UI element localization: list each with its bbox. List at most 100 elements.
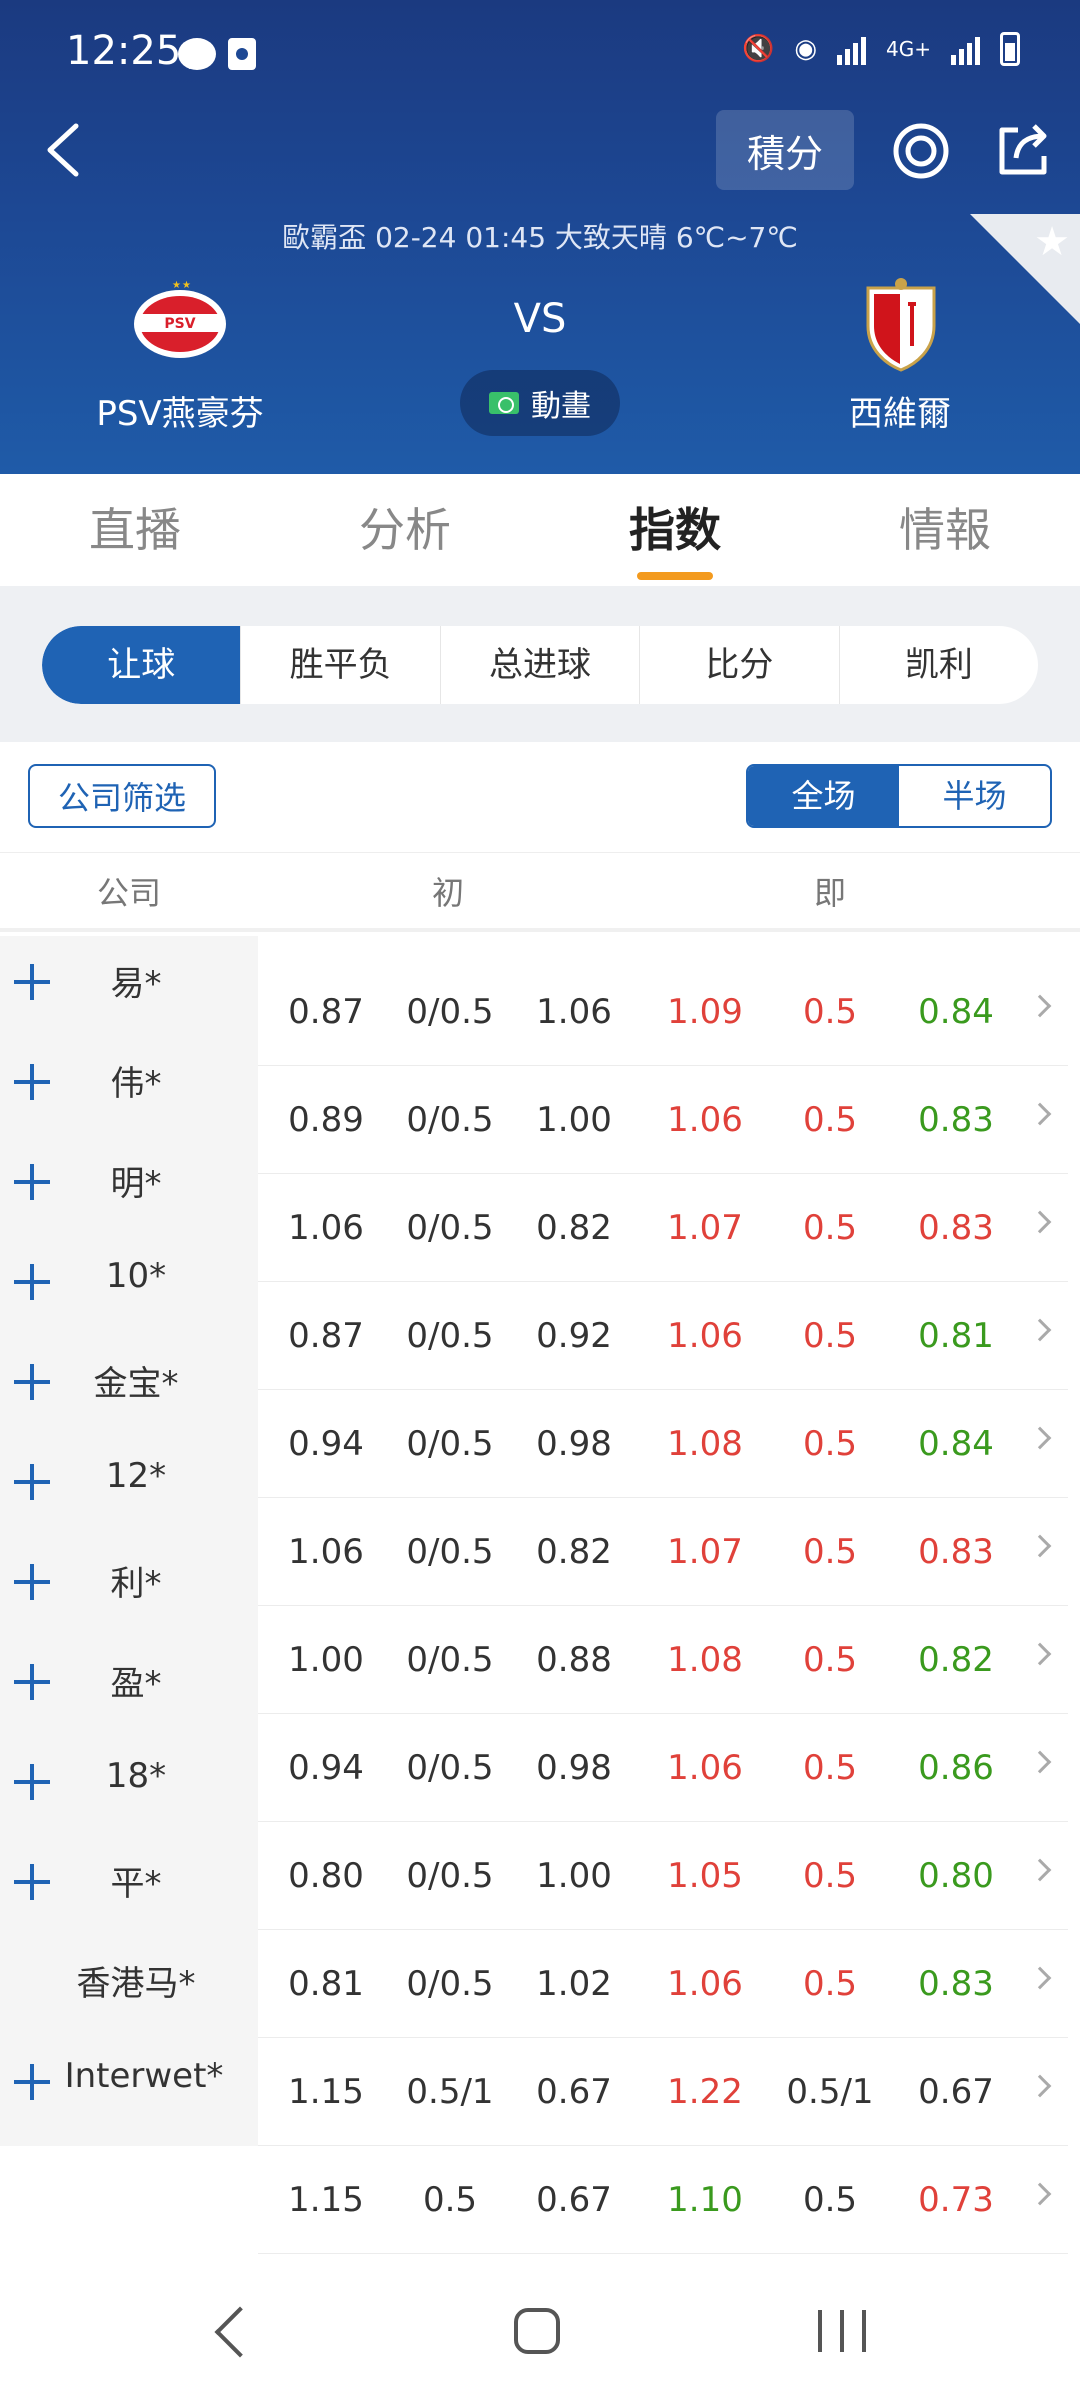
initial-away-odds: 0.98 xyxy=(536,1424,612,1464)
odds-row[interactable]: 1.06 0/0.5 0.82 1.07 0.5 0.83 xyxy=(258,1498,1068,1606)
initial-home-odds: 0.94 xyxy=(288,1424,364,1464)
sub-tab-total-goals[interactable]: 总进球 xyxy=(441,626,641,704)
live-home-odds: 1.07 xyxy=(667,1208,743,1248)
odds-row[interactable]: 1.15 0.5 0.67 1.10 0.5 0.73 xyxy=(258,2146,1068,2254)
sub-tab-handicap[interactable]: 让球 xyxy=(42,626,242,704)
chevron-right-icon[interactable] xyxy=(1028,2074,1052,2098)
chevron-right-icon[interactable] xyxy=(1028,1102,1052,1126)
sub-tab-1x2[interactable]: 胜平负 xyxy=(241,626,441,704)
sub-tab-area: 让球 胜平负 总进球 比分 凯利 xyxy=(0,586,1080,742)
odds-row[interactable]: 0.89 0/0.5 1.00 1.06 0.5 0.83 xyxy=(258,1066,1068,1174)
initial-away-odds: 0.67 xyxy=(536,2072,612,2112)
initial-away-odds: 0.82 xyxy=(536,1532,612,1572)
expand-plus-icon[interactable] xyxy=(14,2062,54,2102)
chevron-right-icon[interactable] xyxy=(1028,1210,1052,1234)
period-full[interactable]: 全场 xyxy=(748,766,899,826)
initial-home-odds: 0.87 xyxy=(288,992,364,1032)
odds-row[interactable]: 0.87 0/0.5 1.06 1.09 0.5 0.84 xyxy=(258,958,1068,1066)
match-header: 12:25 🔇 ◉ 4G+ 積分 歐霸盃 02-24 01:45 大致天晴 6℃… xyxy=(0,0,1080,474)
live-home-odds: 1.07 xyxy=(667,1532,743,1572)
tab-live[interactable]: 直播 xyxy=(0,474,270,586)
chevron-right-icon[interactable] xyxy=(1028,1426,1052,1450)
company-item[interactable]: 明* xyxy=(0,1136,258,1236)
odds-row[interactable]: 1.00 0/0.5 0.88 1.08 0.5 0.82 xyxy=(258,1606,1068,1714)
tab-intel[interactable]: 情報 xyxy=(810,474,1080,586)
company-item[interactable]: 伟* xyxy=(0,1036,258,1136)
points-button[interactable]: 積分 xyxy=(716,110,854,190)
chevron-right-icon[interactable] xyxy=(1028,1858,1052,1882)
live-home-odds: 1.05 xyxy=(667,1856,743,1896)
live-away-odds: 0.83 xyxy=(918,1100,994,1140)
initial-away-odds: 1.00 xyxy=(536,1100,612,1140)
home-logo-text: PSV xyxy=(164,316,195,332)
star-icon[interactable]: ★ xyxy=(1034,222,1070,262)
company-item[interactable]: Interwet* xyxy=(0,2036,258,2136)
live-handicap: 0.5 xyxy=(802,1748,858,1788)
share-icon[interactable] xyxy=(992,120,1052,180)
company-item[interactable]: 易* xyxy=(0,936,258,1036)
sub-tab-kelly[interactable]: 凯利 xyxy=(840,626,1038,704)
initial-handicap: 0/0.5 xyxy=(406,1964,494,2004)
chevron-right-icon[interactable] xyxy=(1028,994,1052,1018)
live-away-odds: 0.83 xyxy=(918,1532,994,1572)
live-home-odds: 1.06 xyxy=(667,1316,743,1356)
company-name: Interwet* xyxy=(64,2056,224,2096)
initial-handicap: 0/0.5 xyxy=(406,1856,494,1896)
odds-type-tabs: 让球 胜平负 总进球 比分 凯利 xyxy=(42,626,1038,704)
live-home-odds: 1.22 xyxy=(667,2072,743,2112)
company-item[interactable]: 12* xyxy=(0,1436,258,1536)
away-team-logo xyxy=(866,278,936,372)
home-team-logo: PSV ★ ★ xyxy=(134,280,226,358)
period-toggle: 全场 半场 xyxy=(746,764,1052,828)
nav-recents-icon[interactable] xyxy=(818,2310,866,2352)
company-name: 香港马* xyxy=(76,1964,196,2004)
back-arrow-icon[interactable] xyxy=(36,120,96,180)
live-home-odds: 1.08 xyxy=(667,1640,743,1680)
live-handicap: 0.5 xyxy=(802,1424,858,1464)
company-item[interactable]: 18* xyxy=(0,1736,258,1836)
chevron-right-icon[interactable] xyxy=(1028,1750,1052,1774)
initial-away-odds: 1.00 xyxy=(536,1856,612,1896)
animation-button[interactable]: 動畫 xyxy=(460,370,620,436)
company-filter-button[interactable]: 公司筛选 xyxy=(28,764,216,828)
initial-handicap: 0/0.5 xyxy=(406,1748,494,1788)
initial-handicap: 0/0.5 xyxy=(406,1208,494,1248)
company-item[interactable]: 金宝* xyxy=(0,1336,258,1436)
filter-row: 公司筛选 全场 半场 xyxy=(0,742,1080,852)
initial-handicap: 0.5 xyxy=(422,2180,478,2220)
sub-tab-score[interactable]: 比分 xyxy=(640,626,840,704)
odds-row[interactable]: 0.94 0/0.5 0.98 1.06 0.5 0.86 xyxy=(258,1714,1068,1822)
odds-row[interactable]: 0.87 0/0.5 0.92 1.06 0.5 0.81 xyxy=(258,1282,1068,1390)
header-live: 即 xyxy=(813,874,846,912)
odds-row[interactable]: 0.80 0/0.5 1.00 1.05 0.5 0.80 xyxy=(258,1822,1068,1930)
company-item[interactable]: 盈* xyxy=(0,1636,258,1736)
nav-home-icon[interactable] xyxy=(514,2308,560,2354)
odds-row[interactable]: 0.81 0/0.5 1.02 1.06 0.5 0.83 xyxy=(258,1930,1068,2038)
target-icon[interactable] xyxy=(892,122,950,180)
chevron-right-icon[interactable] xyxy=(1028,1966,1052,1990)
company-item[interactable]: 10* xyxy=(0,1236,258,1336)
chevron-right-icon[interactable] xyxy=(1028,1642,1052,1666)
match-info: 歐霸盃 02-24 01:45 大致天晴 6℃~7℃ xyxy=(282,221,798,254)
pitch-icon xyxy=(489,392,519,414)
period-half[interactable]: 半场 xyxy=(899,766,1050,826)
odds-row[interactable]: 1.06 0/0.5 0.82 1.07 0.5 0.83 xyxy=(258,1174,1068,1282)
tab-odds[interactable]: 指数 xyxy=(540,474,810,586)
live-handicap: 0.5 xyxy=(802,2180,858,2220)
tab-analysis[interactable]: 分析 xyxy=(270,474,540,586)
initial-handicap: 0/0.5 xyxy=(406,1640,494,1680)
odds-row[interactable]: 0.94 0/0.5 0.98 1.08 0.5 0.84 xyxy=(258,1390,1068,1498)
chevron-right-icon[interactable] xyxy=(1028,2182,1052,2206)
company-item[interactable]: 香港马* xyxy=(0,1936,258,2036)
nav-back-icon[interactable] xyxy=(214,2306,266,2358)
chevron-right-icon[interactable] xyxy=(1028,1534,1052,1558)
odds-table-body: 易* 伟* 明* 10* 金宝* 12* 利* 盈* 18* 平* 香港马* Interwet* 0.… xyxy=(0,936,1080,2276)
signal-2-icon xyxy=(951,33,980,65)
live-away-odds: 0.81 xyxy=(918,1316,994,1356)
chat-notification-icon xyxy=(178,38,216,70)
chevron-right-icon[interactable] xyxy=(1028,1318,1052,1342)
initial-home-odds: 1.15 xyxy=(288,2180,364,2220)
odds-row[interactable]: 1.15 0.5/1 0.67 1.22 0.5/1 0.67 xyxy=(258,2038,1068,2146)
company-item[interactable]: 平* xyxy=(0,1836,258,1936)
company-item[interactable]: 利* xyxy=(0,1536,258,1636)
